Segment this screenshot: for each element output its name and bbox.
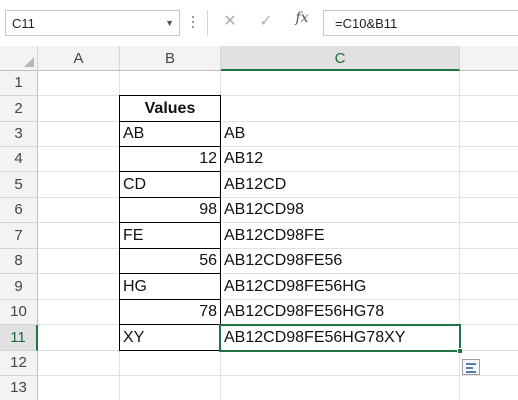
cancel-icon[interactable]: ✕ bbox=[220, 11, 240, 31]
active-cell-selection[interactable] bbox=[219, 324, 461, 352]
name-box-value: C11 bbox=[12, 16, 35, 31]
column-header-d-partial[interactable] bbox=[460, 46, 518, 71]
name-box[interactable]: C11 ▼ bbox=[5, 10, 180, 36]
formula-bar-divider bbox=[207, 10, 208, 36]
cell-c7[interactable]: AB12CD98FE bbox=[221, 223, 459, 248]
cell-c10[interactable]: AB12CD98FE56HG78 bbox=[221, 300, 459, 324]
row-header-5[interactable]: 5 bbox=[0, 172, 38, 198]
cell-b8[interactable]: 56 bbox=[120, 249, 220, 273]
row-header-3[interactable]: 3 bbox=[0, 122, 38, 147]
cell-c9[interactable]: AB12CD98FE56HG bbox=[221, 274, 459, 299]
select-all-icon bbox=[24, 57, 34, 67]
row-header-9[interactable]: 9 bbox=[0, 274, 38, 300]
row-header-6[interactable]: 6 bbox=[0, 198, 38, 223]
cell-c3[interactable]: AB bbox=[221, 122, 459, 146]
row-header-8[interactable]: 8 bbox=[0, 249, 38, 274]
cell-b7[interactable]: FE bbox=[120, 223, 220, 248]
cell-c4[interactable]: AB12 bbox=[221, 147, 459, 171]
column-header-b[interactable]: B bbox=[120, 46, 221, 71]
formula-text: =C10&B11 bbox=[335, 16, 398, 31]
formula-bar-grip-icon[interactable] bbox=[191, 13, 195, 33]
row-header-11[interactable]: 11 bbox=[0, 325, 38, 351]
row-header-4[interactable]: 4 bbox=[0, 147, 38, 172]
cell-b11[interactable]: XY bbox=[120, 325, 220, 350]
row-header-13[interactable]: 13 bbox=[0, 376, 38, 400]
cell-b9[interactable]: HG bbox=[120, 274, 220, 299]
row-header-10[interactable]: 10 bbox=[0, 300, 38, 325]
cell-b2[interactable]: Values bbox=[120, 96, 220, 121]
select-all-button[interactable] bbox=[0, 46, 38, 71]
row-header-2[interactable]: 2 bbox=[0, 96, 38, 122]
enter-icon[interactable]: ✓ bbox=[256, 11, 276, 31]
insert-function-icon[interactable]: fx bbox=[292, 10, 312, 26]
cell-c6[interactable]: AB12CD98 bbox=[221, 198, 459, 222]
cell-b5[interactable]: CD bbox=[120, 172, 220, 197]
cell-b10[interactable]: 78 bbox=[120, 300, 220, 324]
formula-input[interactable]: =C10&B11 bbox=[323, 10, 518, 36]
cell-c8[interactable]: AB12CD98FE56 bbox=[221, 249, 459, 273]
row-header-1[interactable]: 1 bbox=[0, 71, 38, 96]
row-header-12[interactable]: 12 bbox=[0, 351, 38, 376]
fill-handle[interactable] bbox=[457, 348, 463, 354]
cell-b6[interactable]: 98 bbox=[120, 198, 220, 222]
column-header-a[interactable]: A bbox=[38, 46, 120, 71]
quick-analysis-icon[interactable] bbox=[462, 359, 480, 375]
spreadsheet-grid[interactable]: A B C 1 2 3 4 5 6 7 8 9 10 11 12 13 Valu… bbox=[0, 46, 518, 400]
gridline bbox=[38, 375, 518, 376]
cell-c5[interactable]: AB12CD bbox=[221, 172, 459, 197]
column-header-c[interactable]: C bbox=[221, 46, 460, 71]
formula-bar: C11 ▼ ✕ ✓ fx =C10&B11 bbox=[0, 0, 518, 46]
cell-b3[interactable]: AB bbox=[120, 122, 220, 146]
gridline bbox=[38, 95, 518, 96]
row-header-7[interactable]: 7 bbox=[0, 223, 38, 249]
cell-b4[interactable]: 12 bbox=[120, 147, 220, 171]
chevron-down-icon[interactable]: ▼ bbox=[165, 18, 174, 28]
